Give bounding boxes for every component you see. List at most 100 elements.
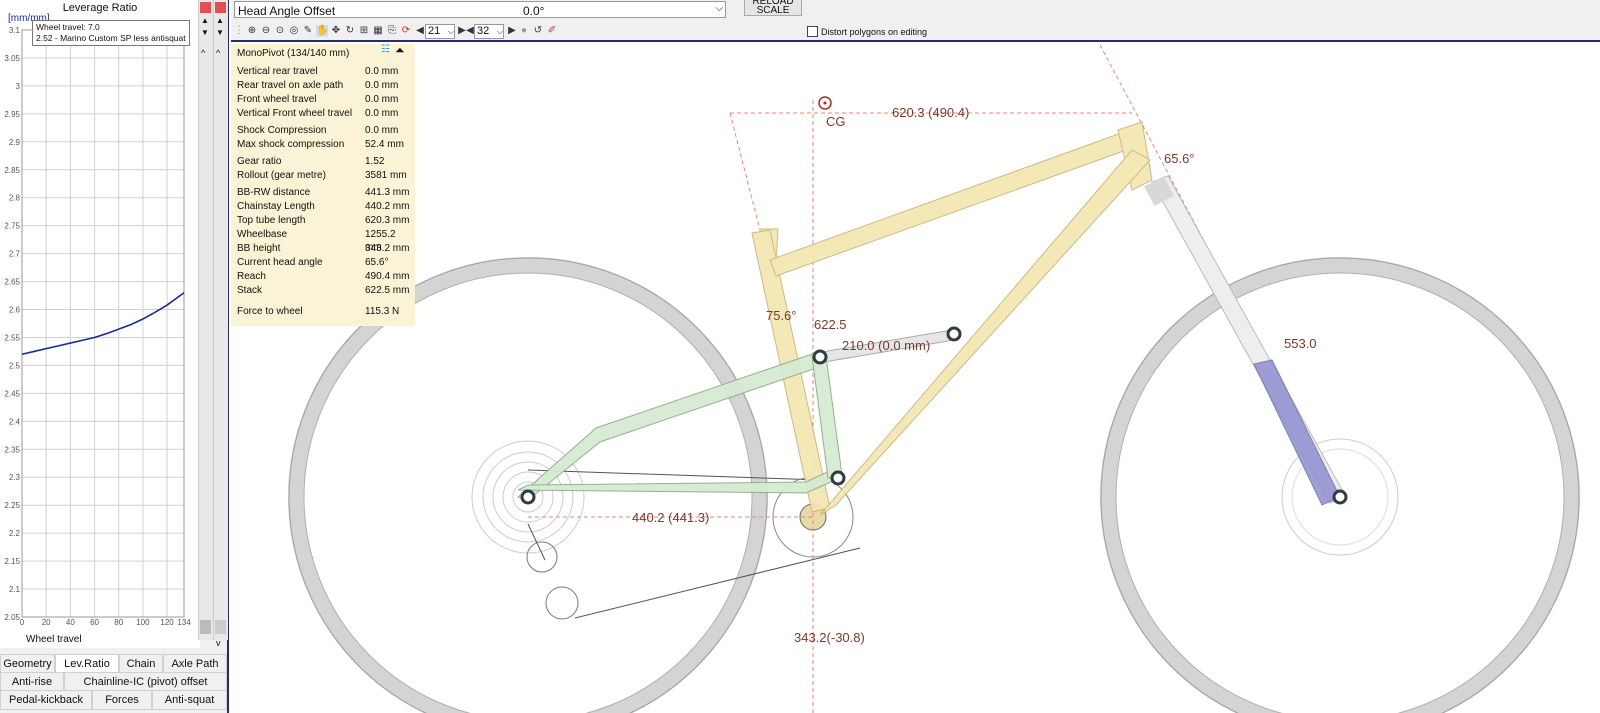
chevron-up-icon-2[interactable]: ^: [216, 48, 220, 58]
tab-pedal-kickback[interactable]: Pedal-kickback: [0, 690, 92, 710]
leverage-ratio-panel: Leverage Ratio [mm/mm] 3.1 3.05 3 2.95 2.9 2.…: [0, 0, 229, 713]
leverage-ratio-chart[interactable]: Leverage Ratio [mm/mm] 3.1 3.05 3 2.95 2.9 2.…: [0, 0, 200, 648]
top-tube-dimension: 620.3 (490.4): [892, 105, 969, 120]
info-row-value: 440.2 mm: [365, 201, 410, 212]
info-row-label: Vertical Front wheel travel: [237, 108, 353, 119]
table-icon[interactable]: ☷: [381, 44, 390, 55]
parameter-select[interactable]: Head Angle Offset 0.0° ⌵: [234, 1, 726, 18]
record-icon[interactable]: ●: [518, 25, 530, 37]
info-row-label: Current head angle: [237, 257, 323, 268]
parameter-name: Head Angle Offset: [238, 4, 336, 18]
info-row-label: BB-RW distance: [237, 187, 311, 198]
rotate-icon[interactable]: ↻: [344, 25, 356, 37]
collapse-icon[interactable]: ⏶: [395, 43, 405, 58]
tab-chain[interactable]: Chain: [119, 654, 163, 674]
info-row-value: 622.5 mm: [365, 285, 410, 296]
pencil-icon[interactable]: ✎: [302, 25, 314, 37]
tab-geometry[interactable]: Geometry: [0, 654, 55, 674]
info-row-value: 620.3 mm: [365, 215, 410, 226]
scroll-thumb-2[interactable]: [215, 620, 226, 634]
chevron-down-icon[interactable]: v: [216, 638, 221, 648]
measure-icon[interactable]: ⊞: [358, 25, 370, 37]
arrow-down-icon[interactable]: ▼: [201, 28, 209, 37]
arrow-up-icon[interactable]: ▲: [201, 16, 209, 25]
spinner-1[interactable]: 21 ⌵: [425, 24, 455, 39]
tab-anti-rise[interactable]: Anti-rise: [0, 672, 64, 692]
y-tick-label: 2.1: [9, 585, 21, 594]
spinner-2[interactable]: 32 ⌵: [474, 24, 504, 39]
y-tick-label: 2.5: [9, 361, 21, 370]
fork-dimension: 553.0: [1284, 336, 1317, 351]
info-row-value: 0.0 mm: [365, 66, 399, 77]
tooltip-line1: Wheel travel: 7.0: [36, 22, 100, 32]
tab-anti-squat[interactable]: Anti-squat: [152, 690, 227, 710]
zoom-out-icon[interactable]: ⊖: [260, 25, 272, 37]
info-row-value: 0.0 mm: [365, 108, 399, 119]
shock-dimension: 210.0 (0.0 mm): [842, 338, 930, 353]
cg-marker[interactable]: [818, 96, 832, 110]
head-angle-dimension: 65.6°: [1164, 151, 1195, 166]
y-tick-label: 2.85: [4, 166, 20, 175]
reload-scale-button[interactable]: RELOAD SCALE: [744, 0, 802, 16]
info-row-value: 0.0 mm: [365, 125, 399, 136]
pin-icon[interactable]: [200, 2, 211, 13]
y-tick-label: 2.25: [4, 501, 20, 510]
info-row-label: Chainstay Length: [237, 201, 315, 212]
dimension-lines: [528, 44, 1341, 713]
move-icon[interactable]: ✥: [330, 25, 342, 37]
zoom-window-icon[interactable]: ◎: [288, 25, 300, 37]
refresh-icon[interactable]: ⟳: [400, 25, 412, 37]
grid-icon[interactable]: ▦: [372, 25, 384, 37]
distort-polygons-checkbox[interactable]: [807, 26, 818, 37]
chainstay-dimension: 440.2 (441.3): [632, 510, 709, 525]
x-axis-title: Wheel travel: [26, 634, 82, 645]
x-tick-label: 60: [90, 618, 99, 627]
tab-chainline-ic[interactable]: Chainline-IC (pivot) offset: [64, 672, 227, 692]
info-row-value: 52.4 mm: [365, 139, 404, 150]
chart-vscroll-1[interactable]: ▲ ▼ ^: [198, 0, 213, 640]
parameter-value: 0.0°: [523, 4, 545, 18]
pin-tool-icon[interactable]: ✐: [546, 25, 558, 37]
chevron-down-icon[interactable]: ⌵: [715, 3, 723, 14]
info-row-label: Max shock compression: [237, 139, 345, 150]
info-row-label: Rear travel on axle path: [237, 80, 344, 91]
copy-icon[interactable]: ⎘: [386, 25, 398, 37]
y-tick-label: 2.2: [9, 529, 21, 538]
arrow-up-icon-2[interactable]: ▲: [216, 16, 224, 25]
info-row-label: Force to wheel: [237, 306, 303, 317]
main-frame[interactable]: [751, 121, 1153, 516]
top-toolbar: Head Angle Offset 0.0° ⌵ RELOAD SCALE ⋮ …: [231, 0, 1600, 42]
info-row-label: BB height: [237, 243, 281, 254]
info-row-label: Rollout (gear metre): [237, 170, 326, 181]
chevron-up-icon[interactable]: ^: [201, 48, 205, 58]
y-tick-label: 2.65: [4, 278, 20, 287]
tooltip-line2: 2.52 - Marino Custom SP less antisquat: [36, 33, 186, 43]
zoom-in-icon[interactable]: ⊕: [246, 25, 258, 37]
pin-icon-2[interactable]: [215, 2, 226, 13]
undo-icon[interactable]: ↺: [532, 25, 544, 37]
info-row-value: 3581 mm: [365, 170, 407, 181]
chevron-down-icon: ⌵: [496, 27, 503, 36]
tab-lev-ratio[interactable]: Lev.Ratio: [55, 654, 119, 673]
info-row-label: Front wheel travel: [237, 94, 317, 105]
hand-icon[interactable]: ✋: [316, 25, 328, 37]
chevron-down-icon: ⌵: [447, 27, 454, 36]
arrow-down-icon-2[interactable]: ▼: [216, 28, 224, 37]
info-row-label: Wheelbase: [237, 229, 288, 240]
info-row-label: Gear ratio: [237, 156, 282, 167]
scroll-thumb[interactable]: [200, 620, 211, 634]
y-tick-label: 2.75: [4, 222, 20, 231]
tab-axle-path[interactable]: Axle Path: [163, 654, 227, 674]
x-tick-label: 134: [177, 618, 191, 627]
chart-vscroll-2[interactable]: ▲ ▼ ^ v: [213, 0, 228, 648]
y-tick-label: 2.15: [4, 557, 20, 566]
y-tick-label: 2.55: [4, 333, 20, 342]
info-row-value: 1.52: [365, 156, 385, 167]
y-tick-label: 2.8: [9, 194, 21, 203]
zoom-fit-icon[interactable]: ⊙: [274, 25, 286, 37]
tab-forces[interactable]: Forces: [92, 690, 152, 710]
y-tick-label: 3.1: [9, 26, 21, 35]
triangle-right-icon-2[interactable]: ▶: [506, 25, 518, 37]
x-tick-label: 20: [42, 618, 51, 627]
info-row-value: 65.6°: [365, 257, 389, 268]
